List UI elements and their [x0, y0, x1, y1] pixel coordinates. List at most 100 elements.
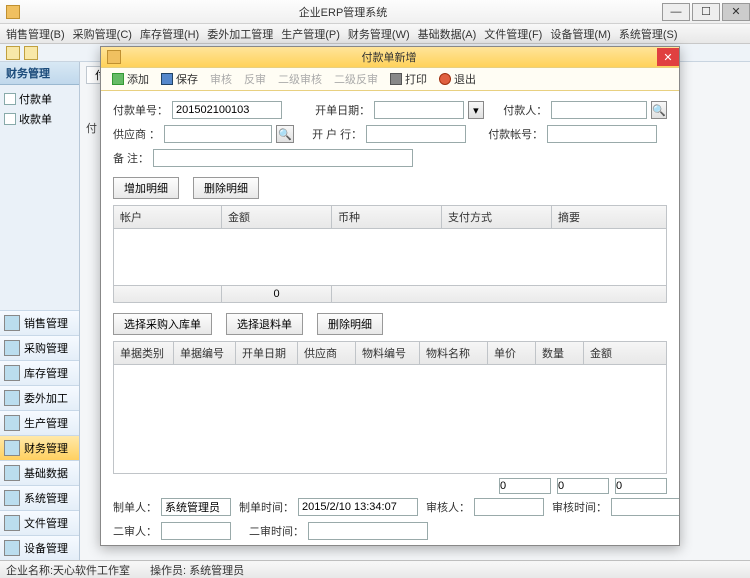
save-button[interactable]: 保存: [156, 69, 203, 89]
col-supplier[interactable]: 供应商: [298, 342, 356, 364]
search-payer-icon[interactable]: 🔍: [651, 101, 667, 119]
input-maker: [161, 498, 231, 516]
menu-item[interactable]: 销售管理(B): [4, 24, 67, 44]
select-purchase-in-button[interactable]: 选择采购入库单: [113, 313, 212, 335]
tree-label: 收款单: [19, 111, 52, 127]
menu-item[interactable]: 文件管理(F): [482, 24, 544, 44]
small-input[interactable]: [499, 478, 551, 494]
sidebar-item-finance[interactable]: 财务管理: [0, 435, 79, 460]
sidebar-item-device[interactable]: 设备管理: [0, 535, 79, 560]
col-price[interactable]: 单价: [488, 342, 536, 364]
menu-item[interactable]: 委外加工管理: [205, 24, 275, 44]
small-input[interactable]: [615, 478, 667, 494]
add-detail-button[interactable]: 增加明细: [113, 177, 179, 199]
dialog-icon: [107, 50, 121, 64]
maximize-button[interactable]: ☐: [692, 3, 720, 21]
quick-icon[interactable]: [6, 46, 20, 60]
select-return-button[interactable]: 选择退料单: [226, 313, 303, 335]
col-summary[interactable]: 摘要: [552, 206, 666, 228]
dialog-body: 付款单号： 开单日期： ▾ 付款人： 🔍 供应商 ： 🔍 开 户 行： 付款帐号…: [101, 91, 679, 545]
audit2-button[interactable]: 二级审核: [273, 69, 327, 89]
menu-item[interactable]: 库存管理(H): [138, 24, 201, 44]
print-icon: [390, 73, 402, 85]
input-bank[interactable]: [366, 125, 466, 143]
menu-item[interactable]: 财务管理(W): [346, 24, 412, 44]
label-no: 付款单号：: [113, 102, 168, 118]
sidebar-item-files[interactable]: 文件管理: [0, 510, 79, 535]
col-matno[interactable]: 物料编号: [356, 342, 420, 364]
sidebar: 财务管理 付款单 收款单 销售管理 采购管理 库存管理 委外加工 生产管理 财务…: [0, 62, 80, 560]
module-icon: [4, 440, 20, 456]
table-body[interactable]: [114, 365, 666, 473]
close-button[interactable]: ✕: [722, 3, 750, 21]
unaudit-button[interactable]: 反审: [239, 69, 271, 89]
input-auditor2: [161, 522, 231, 540]
input-supplier[interactable]: [164, 125, 272, 143]
print-button[interactable]: 打印: [385, 69, 432, 89]
col-matname[interactable]: 物料名称: [420, 342, 488, 364]
sidebar-item-purchase[interactable]: 采购管理: [0, 335, 79, 360]
dialog-toolbar: 添加 保存 审核 反审 二级审核 二级反审 打印 退出: [101, 67, 679, 91]
sidebar-item-outsource[interactable]: 委外加工: [0, 385, 79, 410]
label-bank: 开 户 行：: [312, 126, 362, 142]
dialog-titlebar: 付款单新增 ✕: [101, 47, 679, 67]
small-input[interactable]: [557, 478, 609, 494]
label-maketime: 制单时间：: [239, 499, 294, 515]
table-body[interactable]: [114, 229, 666, 285]
date-dropdown-icon[interactable]: ▾: [468, 101, 483, 119]
col-currency[interactable]: 币种: [332, 206, 442, 228]
col-billno[interactable]: 单据编号: [174, 342, 236, 364]
sidebar-item-sales[interactable]: 销售管理: [0, 310, 79, 335]
col-qty[interactable]: 数量: [536, 342, 584, 364]
input-no[interactable]: [172, 101, 282, 119]
delete-detail2-button[interactable]: 删除明细: [317, 313, 383, 335]
sidebar-item-basicdata[interactable]: 基础数据: [0, 460, 79, 485]
module-icon: [4, 365, 20, 381]
input-payer[interactable]: [551, 101, 647, 119]
save-icon: [161, 73, 173, 85]
sidebar-item-stock[interactable]: 库存管理: [0, 360, 79, 385]
dialog-close-button[interactable]: ✕: [657, 48, 679, 66]
minimize-button[interactable]: —: [662, 3, 690, 21]
app-icon: [6, 5, 20, 19]
menu-item[interactable]: 系统管理(S): [617, 24, 680, 44]
label-payer: 付款人：: [503, 102, 547, 118]
audit-button[interactable]: 审核: [205, 69, 237, 89]
input-date[interactable]: [374, 101, 464, 119]
add-button[interactable]: 添加: [107, 69, 154, 89]
tree-item-receipt[interactable]: 收款单: [2, 109, 77, 129]
module-icon: [4, 390, 20, 406]
footer-amount: 0: [222, 286, 332, 302]
label-auditor2: 二审人：: [113, 523, 157, 539]
sidebar-item-system[interactable]: 系统管理: [0, 485, 79, 510]
col-billtype[interactable]: 单据类别: [114, 342, 174, 364]
col-account[interactable]: 帐户: [114, 206, 222, 228]
col-billdate[interactable]: 开单日期: [236, 342, 298, 364]
label-acct: 付款帐号：: [488, 126, 543, 142]
menu-item[interactable]: 生产管理(P): [279, 24, 342, 44]
detail-table: 帐户 金额 币种 支付方式 摘要 0: [113, 205, 667, 303]
label-supplier: 供应商 ：: [113, 126, 160, 142]
col-amt[interactable]: 金额: [584, 342, 666, 364]
col-amount[interactable]: 金额: [222, 206, 332, 228]
input-remark[interactable]: [153, 149, 413, 167]
dialog-title: 付款单新增: [121, 49, 657, 65]
exit-button[interactable]: 退出: [434, 69, 481, 89]
label-audittime: 审核时间：: [552, 499, 607, 515]
menu-item[interactable]: 基础数据(A): [416, 24, 479, 44]
menu-item[interactable]: 采购管理(C): [71, 24, 134, 44]
sidebar-item-production[interactable]: 生产管理: [0, 410, 79, 435]
menu-item[interactable]: 设备管理(M): [548, 24, 613, 44]
unaudit2-button[interactable]: 二级反审: [329, 69, 383, 89]
input-acct[interactable]: [547, 125, 657, 143]
col-paymethod[interactable]: 支付方式: [442, 206, 552, 228]
tree-item-payment[interactable]: 付款单: [2, 89, 77, 109]
module-icon: [4, 490, 20, 506]
sidebar-stack: 销售管理 采购管理 库存管理 委外加工 生产管理 财务管理 基础数据 系统管理 …: [0, 310, 79, 560]
quick-icon[interactable]: [24, 46, 38, 60]
label-maker: 制单人：: [113, 499, 157, 515]
input-auditor: [474, 498, 544, 516]
search-supplier-icon[interactable]: 🔍: [276, 125, 294, 143]
source-table: 单据类别 单据编号 开单日期 供应商 物料编号 物料名称 单价 数量 金额: [113, 341, 667, 474]
delete-detail-button[interactable]: 删除明细: [193, 177, 259, 199]
